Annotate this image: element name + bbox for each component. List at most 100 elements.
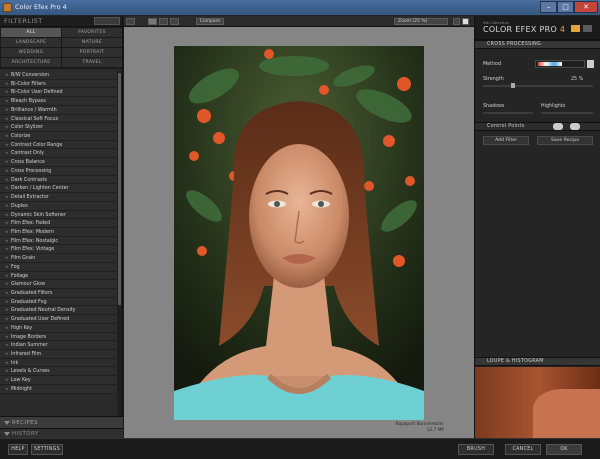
favorite-star-icon[interactable]: ★: [5, 141, 9, 149]
single-view-icon[interactable]: [148, 18, 157, 25]
filter-section-header[interactable]: CROSS PROCESSING: [475, 40, 600, 49]
strength-slider[interactable]: [483, 83, 593, 88]
favorite-star-icon[interactable]: ★: [5, 350, 9, 358]
cancel-button[interactable]: CANCEL: [505, 444, 541, 455]
filter-list-item[interactable]: ★ Midnight: [0, 384, 117, 394]
favorite-star-icon[interactable]: ★: [5, 385, 9, 393]
category-tab-travel[interactable]: TRAVEL: [62, 58, 122, 68]
favorite-star-icon[interactable]: ★: [5, 228, 9, 236]
control-points-row[interactable]: Control Points: [475, 122, 600, 131]
filter-list-item[interactable]: ★ Levels & Curves: [0, 367, 117, 377]
favorite-star-icon[interactable]: ★: [5, 132, 9, 140]
filter-list-item[interactable]: ★ Cross Processing: [0, 166, 117, 176]
filter-list-item[interactable]: ★ Low Key: [0, 376, 117, 385]
favorite-star-icon[interactable]: ★: [5, 289, 9, 297]
filter-list-item[interactable]: ★ Detail Extractor: [0, 193, 117, 202]
highlights-slider[interactable]: [541, 112, 593, 114]
favorite-star-icon[interactable]: ★: [5, 237, 9, 245]
loupe-section-header[interactable]: LOUPE & HISTOGRAM: [475, 357, 600, 366]
background-light-icon[interactable]: [462, 18, 469, 25]
filter-list-item[interactable]: ★ Infrared Film: [0, 350, 117, 359]
history-section[interactable]: HISTORY: [0, 428, 123, 438]
save-recipe-button[interactable]: Save Recipe: [537, 136, 593, 145]
favorite-star-icon[interactable]: ★: [5, 333, 9, 341]
filter-list-item[interactable]: ★ Ink: [0, 358, 117, 368]
favorite-star-icon[interactable]: ★: [5, 211, 9, 219]
filter-list-item[interactable]: ★ High Key: [0, 323, 117, 333]
category-tab-favorites[interactable]: FAVORITES: [62, 28, 122, 38]
favorite-star-icon[interactable]: ★: [5, 280, 9, 288]
favorite-star-icon[interactable]: ★: [5, 359, 9, 367]
favorite-star-icon[interactable]: ★: [5, 219, 9, 227]
category-tab-landscape[interactable]: LANDSCAPE: [1, 38, 61, 48]
filter-list-item[interactable]: ★ Classical Soft Focus: [0, 114, 117, 124]
favorite-star-icon[interactable]: ★: [5, 324, 9, 332]
filter-list-item[interactable]: ★ Bi-Color Filters: [0, 79, 117, 89]
filter-list-item[interactable]: ★ Film Efex: Modern: [0, 227, 117, 237]
favorite-star-icon[interactable]: ★: [5, 315, 9, 323]
filter-list-item[interactable]: ★ Graduated Neutral Density: [0, 306, 117, 316]
favorite-star-icon[interactable]: ★: [5, 254, 9, 262]
favorite-star-icon[interactable]: ★: [5, 97, 9, 105]
filter-list-item[interactable]: ★ Contrast Only: [0, 149, 117, 159]
filter-list-item[interactable]: ★ Film Efex: Vintage: [0, 245, 117, 255]
filter-list-item[interactable]: ★ Dark Contrasts: [0, 175, 117, 185]
favorite-star-icon[interactable]: ★: [5, 245, 9, 253]
favorite-star-icon[interactable]: ★: [5, 80, 9, 88]
filter-list-item[interactable]: ★ Cross Balance: [0, 158, 117, 167]
favorite-star-icon[interactable]: ★: [5, 71, 9, 79]
favorite-star-icon[interactable]: ★: [5, 184, 9, 192]
filter-list-item[interactable]: ★ Duplex: [0, 201, 117, 211]
control-point-add-icon[interactable]: [553, 123, 563, 130]
category-tab-nature[interactable]: NATURE: [62, 38, 122, 48]
favorite-star-icon[interactable]: ★: [5, 193, 9, 201]
favorite-star-icon[interactable]: ★: [5, 306, 9, 314]
favorite-star-icon[interactable]: ★: [5, 272, 9, 280]
filter-list-item[interactable]: ★ Fog: [0, 262, 117, 272]
method-select[interactable]: [535, 60, 585, 68]
filter-list-item[interactable]: ★ Colorize: [0, 132, 117, 141]
split-view-icon[interactable]: [159, 18, 168, 25]
panel-menu-icon[interactable]: [583, 25, 592, 32]
panel-toggle-icon[interactable]: [126, 18, 135, 25]
filter-list-scrollbar[interactable]: [117, 71, 122, 427]
ok-button[interactable]: OK: [546, 444, 582, 455]
favorite-star-icon[interactable]: ★: [5, 341, 9, 349]
brush-button[interactable]: BRUSH: [458, 444, 494, 455]
filter-list-item[interactable]: ★ Brilliance / Warmth: [0, 105, 117, 115]
favorite-star-icon[interactable]: ★: [5, 123, 9, 131]
favorite-star-icon[interactable]: ★: [5, 88, 9, 96]
method-dropdown-icon[interactable]: [587, 60, 594, 68]
favorite-star-icon[interactable]: ★: [5, 158, 9, 166]
compare-button[interactable]: Compare: [196, 18, 224, 25]
folder-icon[interactable]: [571, 25, 580, 32]
favorite-star-icon[interactable]: ★: [5, 376, 9, 384]
zoom-select[interactable]: Zoom (25 %): [394, 18, 448, 25]
filter-list-item[interactable]: ★ Contrast Color Range: [0, 140, 117, 150]
favorite-star-icon[interactable]: ★: [5, 263, 9, 271]
filter-list-item[interactable]: ★ Graduated User Defined: [0, 315, 117, 324]
close-button[interactable]: ✕: [574, 1, 598, 13]
scrollbar-thumb[interactable]: [118, 73, 121, 305]
favorite-star-icon[interactable]: ★: [5, 367, 9, 375]
side-by-side-icon[interactable]: [170, 18, 179, 25]
filter-list-item[interactable]: ★ Image Borders: [0, 332, 117, 342]
shadows-slider[interactable]: [483, 112, 533, 114]
filter-list-item[interactable]: ★ Foliage: [0, 271, 117, 281]
strength-slider-handle[interactable]: [510, 83, 515, 88]
filter-list-item[interactable]: ★ Graduated Filters: [0, 288, 117, 298]
favorite-star-icon[interactable]: ★: [5, 202, 9, 210]
filter-list-item[interactable]: ★ Dynamic Skin Softener: [0, 210, 117, 220]
favorite-star-icon[interactable]: ★: [5, 176, 9, 184]
filter-search-field[interactable]: [94, 17, 120, 25]
add-filter-button[interactable]: Add Filter: [483, 136, 529, 145]
filter-list-item[interactable]: ★ Color Stylizer: [0, 123, 117, 133]
category-tab-wedding[interactable]: WEDDING: [1, 48, 61, 58]
favorite-star-icon[interactable]: ★: [5, 167, 9, 175]
favorite-star-icon[interactable]: ★: [5, 298, 9, 306]
favorite-star-icon[interactable]: ★: [5, 149, 9, 157]
maximize-button[interactable]: □: [557, 1, 574, 13]
category-tab-all[interactable]: ALL: [1, 28, 61, 38]
favorite-star-icon[interactable]: ★: [5, 115, 9, 123]
minimize-button[interactable]: –: [540, 1, 557, 13]
